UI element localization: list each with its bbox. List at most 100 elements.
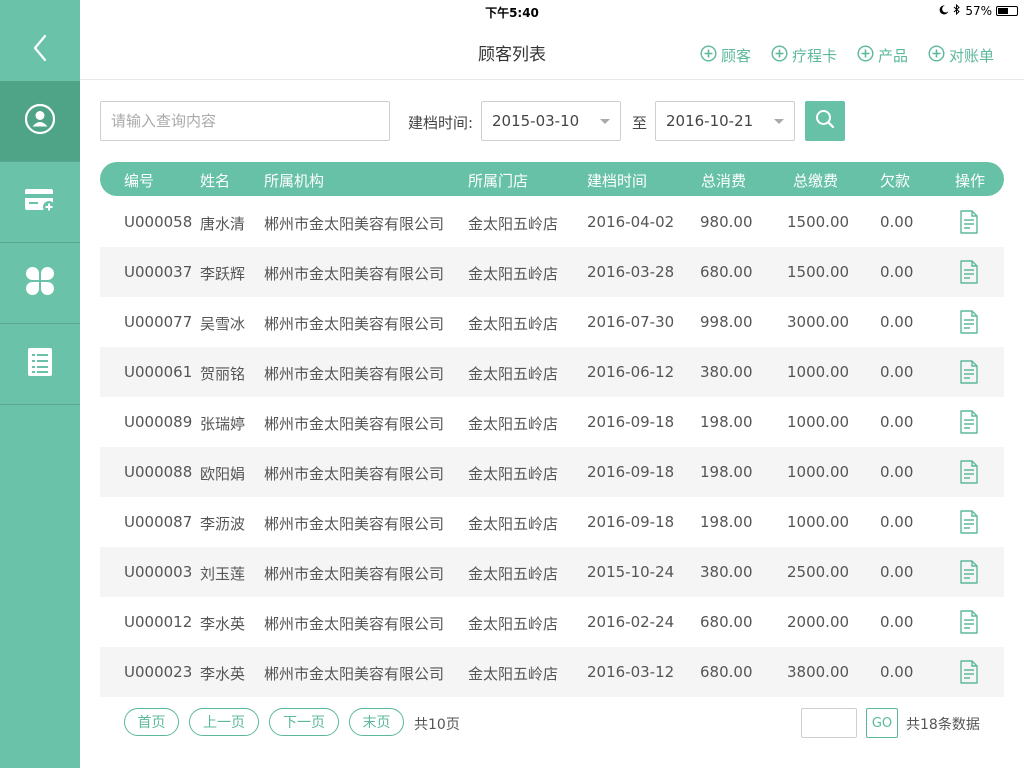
cell-store: 金太阳五岭店 (468, 615, 559, 633)
first-page-button[interactable]: 首页 (124, 708, 179, 736)
cell-name: 刘玉莲 (200, 565, 246, 583)
add-customer-button[interactable]: 顾客 (700, 45, 751, 66)
cell-total-paid: 3800.00 (787, 663, 850, 681)
cell-store: 金太阳五岭店 (468, 565, 559, 583)
col-total-spend: 总消费 (701, 172, 747, 190)
table-row[interactable]: U000088 欧阳娟 郴州市金太阳美容有限公司 金太阳五岭店 2016-09-18 19… (100, 447, 1004, 497)
cell-debt: 0.00 (880, 663, 914, 681)
cell-id: U000088 (124, 463, 193, 481)
cell-store: 金太阳五岭店 (468, 665, 559, 683)
cell-org: 郴州市金太阳美容有限公司 (264, 265, 445, 283)
table-row[interactable]: U000089 张瑞婷 郴州市金太阳美容有限公司 金太阳五岭店 2016-09-18 19… (100, 397, 1004, 447)
search-button[interactable] (805, 101, 845, 141)
cell-total-paid: 1000.00 (787, 463, 850, 481)
document-icon[interactable] (959, 210, 979, 238)
cell-total-spend: 998.00 (700, 313, 753, 331)
cell-total-paid: 1500.00 (787, 213, 850, 231)
go-button[interactable]: GO (866, 708, 898, 738)
cell-org: 郴州市金太阳美容有限公司 (264, 215, 445, 233)
back-button[interactable] (0, 20, 80, 80)
plus-circle-icon (771, 45, 788, 66)
cell-created: 2016-09-18 (587, 463, 675, 481)
table-row[interactable]: U000077 吴雪冰 郴州市金太阳美容有限公司 金太阳五岭店 2016-07-30 99… (100, 297, 1004, 347)
header-action-label: 对账单 (948, 47, 994, 65)
prev-page-button[interactable]: 上一页 (189, 708, 259, 736)
add-treatment-card-button[interactable]: 疗程卡 (771, 45, 837, 66)
cell-id: U000012 (124, 613, 193, 631)
cell-org: 郴州市金太阳美容有限公司 (264, 615, 445, 633)
total-pages: 共10页 (414, 717, 460, 733)
table-row[interactable]: U000087 李沥波 郴州市金太阳美容有限公司 金太阳五岭店 2016-09-18 19… (100, 497, 1004, 547)
bluetooth-icon (953, 3, 961, 18)
cell-total-spend: 980.00 (700, 213, 753, 231)
document-icon[interactable] (959, 410, 979, 438)
table-row[interactable]: U000061 贺丽铭 郴州市金太阳美容有限公司 金太阳五岭店 2016-06-12 38… (100, 347, 1004, 397)
user-circle-icon (24, 103, 56, 139)
add-product-button[interactable]: 产品 (857, 45, 908, 66)
cell-debt: 0.00 (880, 463, 914, 481)
document-icon[interactable] (959, 310, 979, 338)
table-row[interactable]: U000058 唐水清 郴州市金太阳美容有限公司 金太阳五岭店 2016-04-02 98… (100, 197, 1004, 247)
chevron-down-icon (600, 118, 610, 124)
date-from-select[interactable]: 2015-03-10 (481, 101, 621, 141)
battery-icon (996, 6, 1018, 16)
table-row[interactable]: U000012 李水英 郴州市金太阳美容有限公司 金太阳五岭店 2016-02-24 68… (100, 597, 1004, 647)
cell-debt: 0.00 (880, 263, 914, 281)
chevron-left-icon (32, 34, 48, 66)
col-debt: 欠款 (880, 172, 911, 190)
cell-store: 金太阳五岭店 (468, 465, 559, 483)
document-icon[interactable] (959, 660, 979, 688)
header-action-label: 顾客 (720, 47, 751, 65)
document-icon[interactable] (959, 260, 979, 288)
cell-created: 2016-09-18 (587, 413, 675, 431)
sidebar (0, 0, 80, 768)
document-icon[interactable] (959, 560, 979, 588)
search-input[interactable] (100, 101, 390, 141)
cell-name: 李跃辉 (200, 265, 246, 283)
list-icon (24, 346, 56, 382)
sidebar-item-products[interactable] (0, 243, 80, 324)
document-icon[interactable] (959, 510, 979, 538)
header-actions: 顾客 疗程卡 产品 对账单 (700, 45, 994, 66)
next-page-button[interactable]: 下一页 (269, 708, 339, 736)
page-number-input[interactable] (801, 708, 857, 738)
cell-created: 2016-07-30 (587, 313, 675, 331)
table-row[interactable]: U000023 李水英 郴州市金太阳美容有限公司 金太阳五岭店 2016-03-12 68… (100, 647, 1004, 697)
document-icon[interactable] (959, 360, 979, 388)
cell-created: 2016-06-12 (587, 363, 675, 381)
total-records: 共18条数据 (906, 717, 980, 733)
cell-id: U000077 (124, 313, 193, 331)
col-actions: 操作 (955, 172, 986, 190)
cell-store: 金太阳五岭店 (468, 315, 559, 333)
col-name: 姓名 (200, 172, 231, 190)
cell-total-spend: 680.00 (700, 663, 753, 681)
document-icon[interactable] (959, 610, 979, 638)
cell-total-paid: 2000.00 (787, 613, 850, 631)
moon-icon (939, 4, 949, 18)
cell-id: U000089 (124, 413, 193, 431)
date-range-label: 建档时间: (408, 114, 474, 132)
date-to-label: 至 (632, 114, 648, 132)
cell-id: U000023 (124, 663, 193, 681)
document-icon[interactable] (959, 460, 979, 488)
date-to-select[interactable]: 2016-10-21 (655, 101, 795, 141)
search-icon (815, 109, 835, 133)
cell-created: 2016-03-28 (587, 263, 675, 281)
cell-debt: 0.00 (880, 363, 914, 381)
last-page-button[interactable]: 末页 (349, 708, 404, 736)
col-created: 建档时间 (587, 172, 648, 190)
col-org: 所属机构 (264, 172, 325, 190)
cell-org: 郴州市金太阳美容有限公司 (264, 365, 445, 383)
cell-debt: 0.00 (880, 613, 914, 631)
sidebar-item-customers[interactable] (0, 81, 80, 162)
add-statement-button[interactable]: 对账单 (928, 45, 994, 66)
sidebar-item-statements[interactable] (0, 324, 80, 405)
table-row[interactable]: U000037 李跃辉 郴州市金太阳美容有限公司 金太阳五岭店 2016-03-28 68… (100, 247, 1004, 297)
cell-debt: 0.00 (880, 413, 914, 431)
cell-org: 郴州市金太阳美容有限公司 (264, 665, 445, 683)
cell-total-paid: 2500.00 (787, 563, 850, 581)
date-from-value: 2015-03-10 (492, 112, 580, 130)
table-row[interactable]: U000003 刘玉莲 郴州市金太阳美容有限公司 金太阳五岭店 2015-10-24 38… (100, 547, 1004, 597)
sidebar-item-treatment-cards[interactable] (0, 162, 80, 243)
chevron-down-icon (774, 118, 784, 124)
